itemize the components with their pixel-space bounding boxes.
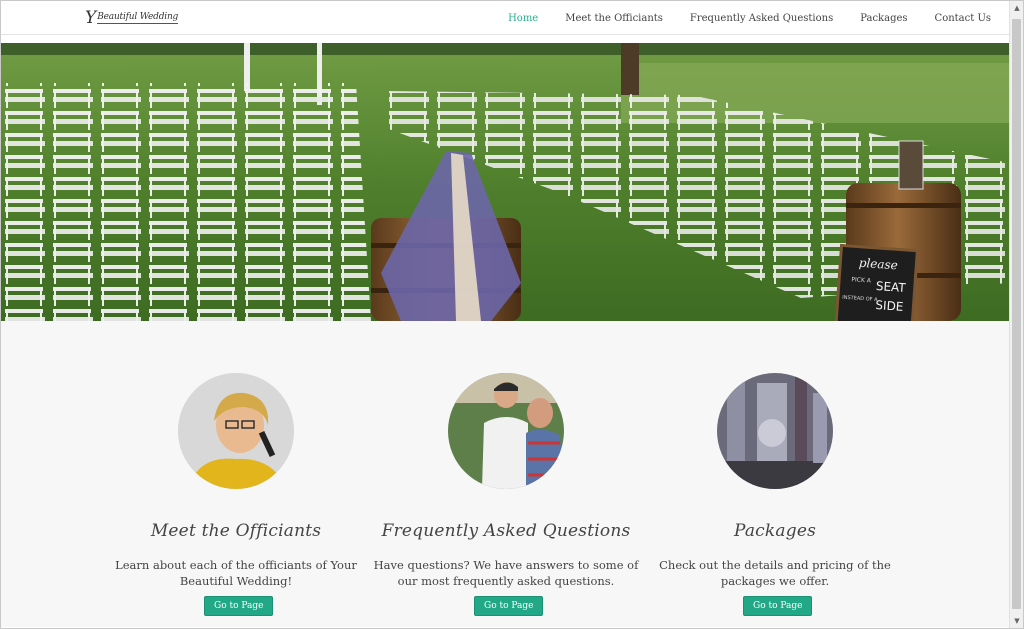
nav-contact-us[interactable]: Contact Us [935, 13, 991, 24]
page-scrollbar[interactable]: ▲ ▼ [1009, 1, 1023, 628]
nav-meet-the-officiants[interactable]: Meet the Officiants [565, 13, 663, 24]
officiants-at-ceremony-icon[interactable] [448, 373, 564, 489]
scroll-up-arrow-icon[interactable]: ▲ [1010, 1, 1024, 15]
feature-title: Frequently Asked Questions [381, 521, 631, 541]
nav-packages[interactable]: Packages [860, 13, 907, 24]
nav-home[interactable]: Home [508, 13, 538, 24]
feature-description: Learn about each of the officiants of Yo… [115, 558, 357, 588]
scroll-down-arrow-icon[interactable]: ▼ [1010, 614, 1024, 628]
logo-mark: Y [85, 8, 97, 28]
go-to-packages-button[interactable]: Go to Page [743, 596, 813, 616]
sign-seat: SEAT [875, 279, 906, 295]
sign-side: SIDE [875, 298, 904, 314]
nav-faq[interactable]: Frequently Asked Questions [690, 13, 833, 24]
feature-title: Meet the Officiants [150, 521, 322, 541]
sign-please: please [858, 256, 898, 273]
site-logo[interactable]: Y Beautiful Wedding [85, 7, 178, 29]
feature-description: Have questions? We have answers to some … [373, 558, 639, 588]
officiant-portrait-icon[interactable] [178, 373, 294, 489]
site-header: Y Beautiful Wedding Home Meet the Offici… [1, 1, 1009, 35]
scroll-thumb[interactable] [1012, 19, 1021, 609]
feature-description: Check out the details and pricing of the… [659, 558, 891, 588]
sign-pick-a: PICK A [851, 276, 872, 284]
wedding-decor-icon[interactable] [717, 373, 833, 489]
feature-title: Packages [733, 521, 817, 541]
logo-text: Beautiful Wedding [97, 12, 179, 24]
main-nav: Home Meet the Officiants Frequently Aske… [481, 1, 991, 35]
go-to-officiants-button[interactable]: Go to Page [204, 596, 274, 616]
hero-image: please PICK A SEAT INSTEAD OF A SIDE [1, 43, 1009, 321]
go-to-faq-button[interactable]: Go to Page [474, 596, 544, 616]
features-section: Meet the Officiants Learn about each of … [1, 321, 1009, 627]
